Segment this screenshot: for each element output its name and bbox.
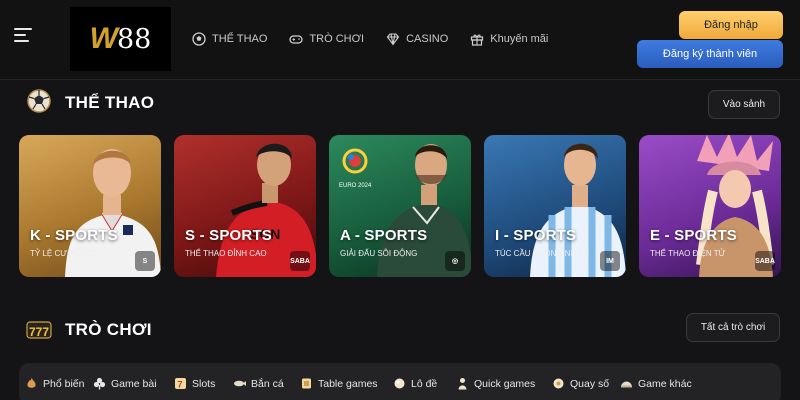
category-label: Phổ biến (43, 377, 85, 390)
lottery-ball-icon (394, 378, 405, 389)
category-pho-bien[interactable]: Phổ biến (25, 377, 84, 390)
provider-badge: ◎ (445, 251, 465, 271)
all-games-button[interactable]: Tất cả trò chơi (686, 313, 780, 342)
provider-badge: IM (600, 251, 620, 271)
nav-item-khuyen-mai[interactable]: Khuyến mãi (470, 32, 548, 46)
register-button[interactable]: Đăng ký thành viên (637, 40, 783, 68)
hamburger-menu-icon[interactable] (14, 28, 32, 44)
nav-item-the-thao[interactable]: THỂ THAO (192, 32, 267, 46)
fire-icon (27, 378, 36, 388)
card-subtitle: THỂ THAO ĐỈNH CAO (185, 249, 267, 258)
quick-game-icon (458, 378, 467, 390)
enter-lobby-button[interactable]: Vào sảnh (708, 90, 780, 119)
category-label: Quay số (570, 377, 610, 390)
category-slots[interactable]: 7 Slots (174, 377, 215, 390)
other-game-icon (621, 381, 632, 388)
nav-item-casino[interactable]: CASINO (386, 32, 448, 46)
category-label: Bắn cá (251, 377, 284, 390)
card-subtitle: THỂ THAO ĐIỆN TỬ (650, 249, 726, 258)
table-game-icon (302, 378, 311, 389)
game-category-bar: Phổ biến Game bài 7 Slots Bắn cá Table g… (19, 363, 781, 400)
card-title: K - SPORTS (30, 227, 118, 244)
dice-ball-icon (553, 378, 564, 389)
top-header: W 88 THỂ THAO TRÒ CHƠI CASINO Khuyến mãi… (0, 0, 800, 80)
provider-badge: SABA (290, 251, 310, 271)
sports-card-k[interactable]: K - SPORTS TỶ LỆ CƯỢC TỐT S (19, 135, 161, 277)
card-title: A - SPORTS (340, 227, 428, 244)
logo-w: W (89, 22, 118, 55)
fish-icon (234, 380, 246, 387)
euro-2024-trophy-icon (342, 148, 368, 174)
soccer-ball-icon (192, 32, 206, 46)
category-lo-de[interactable]: Lô đề (393, 377, 437, 390)
slot-seven-icon: 777 (26, 321, 52, 339)
login-button[interactable]: Đăng nhập (679, 11, 783, 39)
slot-seven-icon: 7 (175, 378, 186, 390)
logo-number: 88 (116, 23, 152, 55)
category-game-khac[interactable]: Game khác (620, 377, 692, 390)
category-label: Game bài (111, 377, 157, 390)
category-quay-so[interactable]: Quay số (552, 377, 609, 390)
provider-badge: S (135, 251, 155, 271)
sports-card-s[interactable]: SON S - SPORTS THỂ THAO ĐỈNH CAO SABA (174, 135, 316, 277)
category-label: Quick games (474, 377, 536, 390)
category-label: Table games (318, 377, 378, 390)
nav-label: THỂ THAO (212, 33, 268, 45)
category-label: Game khác (638, 377, 692, 390)
card-title: E - SPORTS (650, 227, 738, 244)
category-label: Lô đề (411, 377, 438, 390)
svg-text:7: 7 (178, 380, 183, 390)
category-game-bai[interactable]: Game bài (93, 377, 157, 390)
category-ban-ca[interactable]: Bắn cá (233, 377, 284, 390)
svg-text:777: 777 (29, 325, 49, 339)
nav-label: CASINO (406, 33, 449, 45)
w88-logo[interactable]: W 88 (70, 7, 171, 71)
category-table-games[interactable]: Table games (300, 377, 378, 390)
card-title: S - SPORTS (185, 227, 273, 244)
games-section-header: 777 TRÒ CHƠI Tất cả trò chơi (0, 311, 800, 347)
section-title: TRÒ CHƠI (65, 320, 152, 339)
soccer-ball-icon (27, 89, 51, 113)
card-subtitle: TÚC CẦU CUỒNG NHIỆT (495, 249, 589, 258)
gift-icon (471, 34, 484, 46)
card-title: I - SPORTS (495, 227, 577, 244)
nav-item-tro-choi[interactable]: TRÒ CHƠI (289, 32, 364, 46)
gamepad-icon (289, 35, 304, 44)
nav-label: TRÒ CHƠI (309, 33, 365, 45)
card-subtitle: GIẢI ĐẤU SÔI ĐỘNG (340, 249, 418, 258)
sports-cards: K - SPORTS TỶ LỆ CƯỢC TỐT S SON S - SPOR… (19, 135, 781, 277)
diamond-icon (386, 33, 400, 46)
sports-card-a[interactable]: EURO 2024 A - SPORTS GIẢI ĐẤU SÔI ĐỘNG ◎ (329, 135, 471, 277)
category-label: Slots (192, 377, 216, 390)
sports-card-i[interactable]: I - SPORTS TÚC CẦU CUỒNG NHIỆT IM (484, 135, 626, 277)
euro-label: EURO 2024 (339, 183, 372, 189)
club-card-icon (93, 377, 106, 390)
main-nav: THỂ THAO TRÒ CHƠI CASINO Khuyến mãi (192, 32, 570, 46)
sports-card-e[interactable]: E - SPORTS THỂ THAO ĐIỆN TỬ SABA (639, 135, 781, 277)
card-subtitle: TỶ LỆ CƯỢC TỐT (30, 249, 98, 258)
sports-section-header: THỂ THAO Vào sảnh (0, 86, 800, 122)
provider-badge: SABA (755, 251, 775, 271)
section-title: THỂ THAO (65, 93, 155, 112)
nav-label: Khuyến mãi (490, 33, 549, 45)
category-quick-games[interactable]: Quick games (456, 377, 535, 390)
